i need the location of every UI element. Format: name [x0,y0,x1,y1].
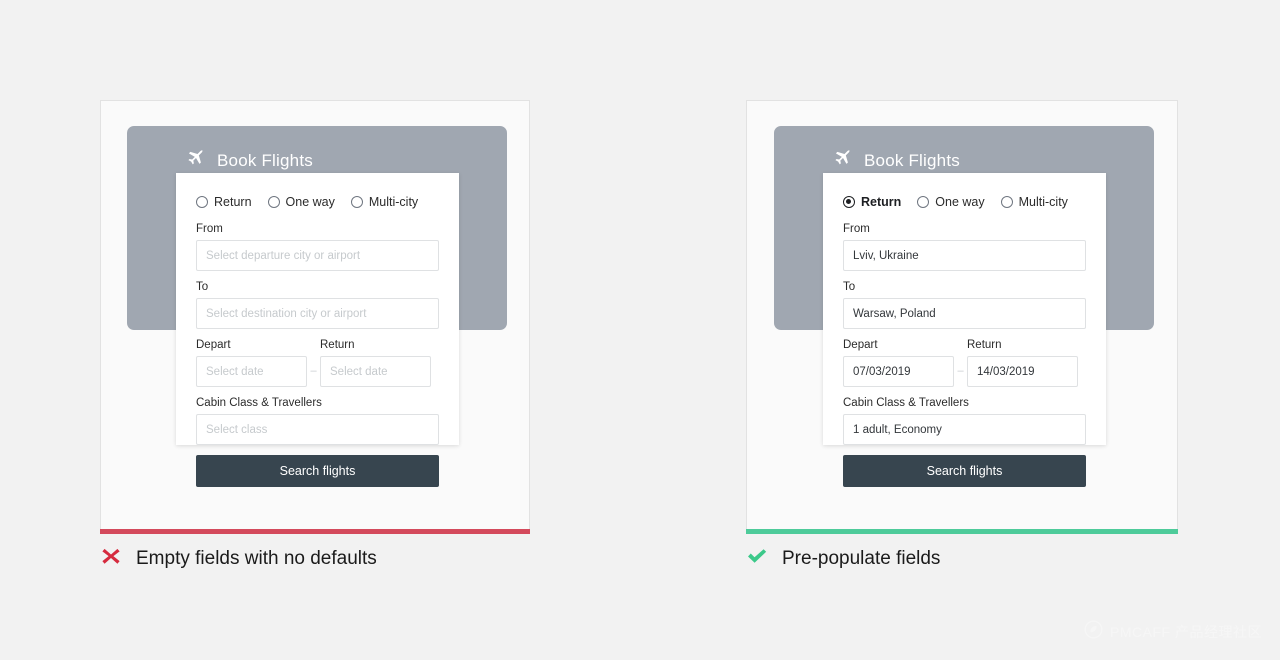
trip-type-label: One way [935,195,985,209]
return-field: Return Select date [320,339,431,397]
check-mark-icon [746,545,768,572]
date-separator: – [310,365,317,377]
trip-type-label: Multi-city [1018,195,1068,209]
from-placeholder: Select departure city or airport [206,249,361,262]
depart-field: Depart 07/03/2019 [843,339,954,397]
cabin-label: Cabin Class & Travellers [843,397,969,409]
card-header-bad: Book Flights [185,148,313,173]
radio-icon-one-way[interactable] [267,196,280,208]
cabin-input[interactable]: 1 adult, Economy [843,414,1086,445]
search-flights-button[interactable]: Search flights [843,455,1086,487]
search-flights-button[interactable]: Search flights [196,455,439,487]
airplane-icon [832,148,852,173]
date-range-bad: Depart Select date – Return Select date [196,339,439,397]
example-empty-fields: Book Flights Return One way Multi-city F… [100,100,530,534]
return-input[interactable]: Select date [320,356,431,387]
to-label: To [196,281,209,293]
accent-bar-good [746,529,1178,534]
radio-icon-multi-city[interactable] [1000,196,1013,208]
trip-type-label: Return [861,195,902,209]
to-input[interactable]: Select destination city or airport [196,298,439,329]
booking-card-bad: Return One way Multi-city From Select de… [176,173,459,487]
trip-type-one-way[interactable]: One way [267,195,335,209]
from-input[interactable]: Lviv, Ukraine [843,240,1086,271]
comparison-stage: Book Flights Return One way Multi-city F… [0,0,1280,660]
example-prepopulated-fields: Book Flights Return One way Multi-city F… [746,100,1178,534]
caption-bad: Empty fields with no defaults [100,545,377,572]
radio-icon-return[interactable] [196,196,208,208]
depart-label: Depart [196,339,231,351]
depart-input[interactable]: Select date [196,356,307,387]
trip-type-group-good: Return One way Multi-city [843,187,1086,223]
return-label: Return [967,339,1002,351]
return-label: Return [320,339,355,351]
to-input[interactable]: Warsaw, Poland [843,298,1086,329]
trip-type-multi-city[interactable]: Multi-city [350,195,419,209]
from-label: From [843,223,870,235]
trip-type-label: Return [214,195,252,209]
trip-type-label: One way [285,195,335,209]
caption-good: Pre-populate fields [746,545,940,572]
pmcaff-leaf-logo-icon [1084,620,1103,644]
from-label: From [196,223,223,235]
from-value: Lviv, Ukraine [853,249,919,262]
trip-type-group-bad: Return One way Multi-city [196,187,439,223]
cabin-value: 1 adult, Economy [853,423,942,436]
cabin-placeholder: Select class [206,423,268,436]
to-placeholder: Select destination city or airport [206,307,367,320]
watermark: PMCAFF 产品经理社区 [1084,620,1262,644]
cabin-label: Cabin Class & Travellers [196,397,322,409]
return-placeholder: Select date [330,365,388,378]
card-header-good: Book Flights [832,148,960,173]
return-input[interactable]: 14/03/2019 [967,356,1078,387]
date-separator: – [957,365,964,377]
trip-type-return[interactable]: Return [196,195,252,209]
watermark-text: PMCAFF 产品经理社区 [1110,624,1262,640]
depart-label: Depart [843,339,878,351]
card-header-title: Book Flights [864,150,960,170]
date-range-good: Depart 07/03/2019 – Return 14/03/2019 [843,339,1086,397]
card-header-title: Book Flights [217,150,313,170]
trip-type-multi-city[interactable]: Multi-city [1000,195,1068,209]
to-label: To [843,281,856,293]
depart-value: 07/03/2019 [853,365,911,378]
radio-icon-one-way[interactable] [917,196,930,208]
radio-icon-return[interactable] [843,196,855,208]
return-field: Return 14/03/2019 [967,339,1078,397]
depart-placeholder: Select date [206,365,264,378]
to-value: Warsaw, Poland [853,307,936,320]
depart-input[interactable]: 07/03/2019 [843,356,954,387]
caption-text: Empty fields with no defaults [136,547,377,569]
radio-icon-multi-city[interactable] [350,196,363,208]
trip-type-label: Multi-city [368,195,419,209]
caption-text: Pre-populate fields [782,547,941,569]
booking-card-good: Return One way Multi-city From Lviv, Ukr… [823,173,1106,487]
trip-type-one-way[interactable]: One way [917,195,985,209]
trip-type-return[interactable]: Return [843,195,901,209]
airplane-icon [185,148,205,173]
return-value: 14/03/2019 [977,365,1035,378]
depart-field: Depart Select date [196,339,307,397]
accent-bar-bad [100,529,530,534]
cabin-input[interactable]: Select class [196,414,439,445]
from-input[interactable]: Select departure city or airport [196,240,439,271]
cross-mark-icon [100,545,122,572]
